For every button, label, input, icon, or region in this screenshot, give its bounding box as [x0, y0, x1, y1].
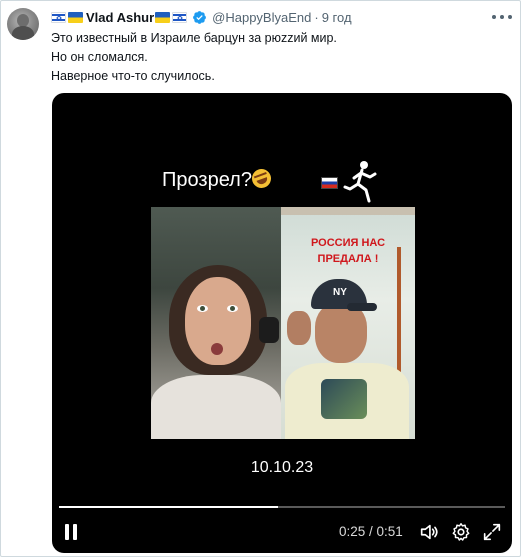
tweet-timestamp[interactable]: 9 год — [322, 10, 352, 25]
laughing-emoji-icon — [249, 166, 274, 191]
video-frame-collage: РОССИЯ НАС ПРЕДАЛА ! NY — [151, 207, 415, 439]
banner-line: РОССИЯ НАС — [310, 237, 386, 249]
video-progress-fill — [59, 506, 278, 508]
video-date-text: 10.10.23 — [250, 459, 314, 476]
more-horizontal-icon — [492, 15, 496, 19]
video-caption: Прозрел? — [162, 166, 274, 192]
headset-icon — [259, 317, 279, 343]
tweet-text-line: Наверное что-то случилось. — [51, 69, 215, 83]
video-player[interactable]: Прозрел? РОССИЯ НАС ПРЕДАЛА ! NY 10.10.2… — [52, 93, 512, 553]
banner-line: ПРЕДАЛА ! — [317, 253, 379, 265]
gear-icon[interactable] — [450, 521, 472, 543]
separator-dot: · — [314, 9, 319, 25]
ukraine-flag-icon — [155, 11, 171, 23]
tweet-text-line: Это известный в Израиле барцун за рюzzий… — [51, 31, 337, 45]
pause-icon[interactable] — [64, 524, 78, 540]
video-progress-bar[interactable] — [59, 506, 505, 508]
russia-flag-icon — [321, 177, 338, 189]
verified-badge-icon — [193, 10, 207, 24]
tweet-text: Это известный в Израиле барцун за рюzzий… — [51, 29, 337, 86]
avatar[interactable] — [7, 8, 39, 40]
author-handle[interactable]: @HappyBlyaEnd — [212, 10, 311, 25]
video-timecode: 0:25 / 0:51 — [339, 524, 403, 539]
cap-logo: NY — [333, 287, 347, 298]
author-name[interactable]: Vlad Ashur — [86, 10, 154, 25]
video-controls: 0:25 / 0:51 — [52, 517, 512, 547]
running-man-icon — [343, 161, 377, 203]
woman-video-panel — [151, 207, 281, 439]
video-caption-text: Прозрел? — [162, 169, 252, 191]
more-options-button[interactable] — [492, 12, 512, 22]
ukraine-flag-icon — [68, 11, 83, 23]
tweet-text-line: Но он сломался. — [51, 50, 148, 64]
video-banner-text: РОССИЯ НАС ПРЕДАЛА ! — [281, 235, 415, 267]
man-video-panel: РОССИЯ НАС ПРЕДАЛА ! NY — [281, 207, 415, 439]
israel-flag-icon — [51, 11, 66, 23]
tweet-header: Vlad Ashur @HappyBlyaEnd · 9 год — [51, 8, 352, 26]
volume-icon[interactable] — [418, 521, 440, 543]
israel-flag-icon — [172, 11, 188, 23]
expand-icon[interactable] — [481, 521, 503, 543]
avatar-body — [12, 26, 34, 40]
baseball-cap: NY — [311, 279, 377, 311]
